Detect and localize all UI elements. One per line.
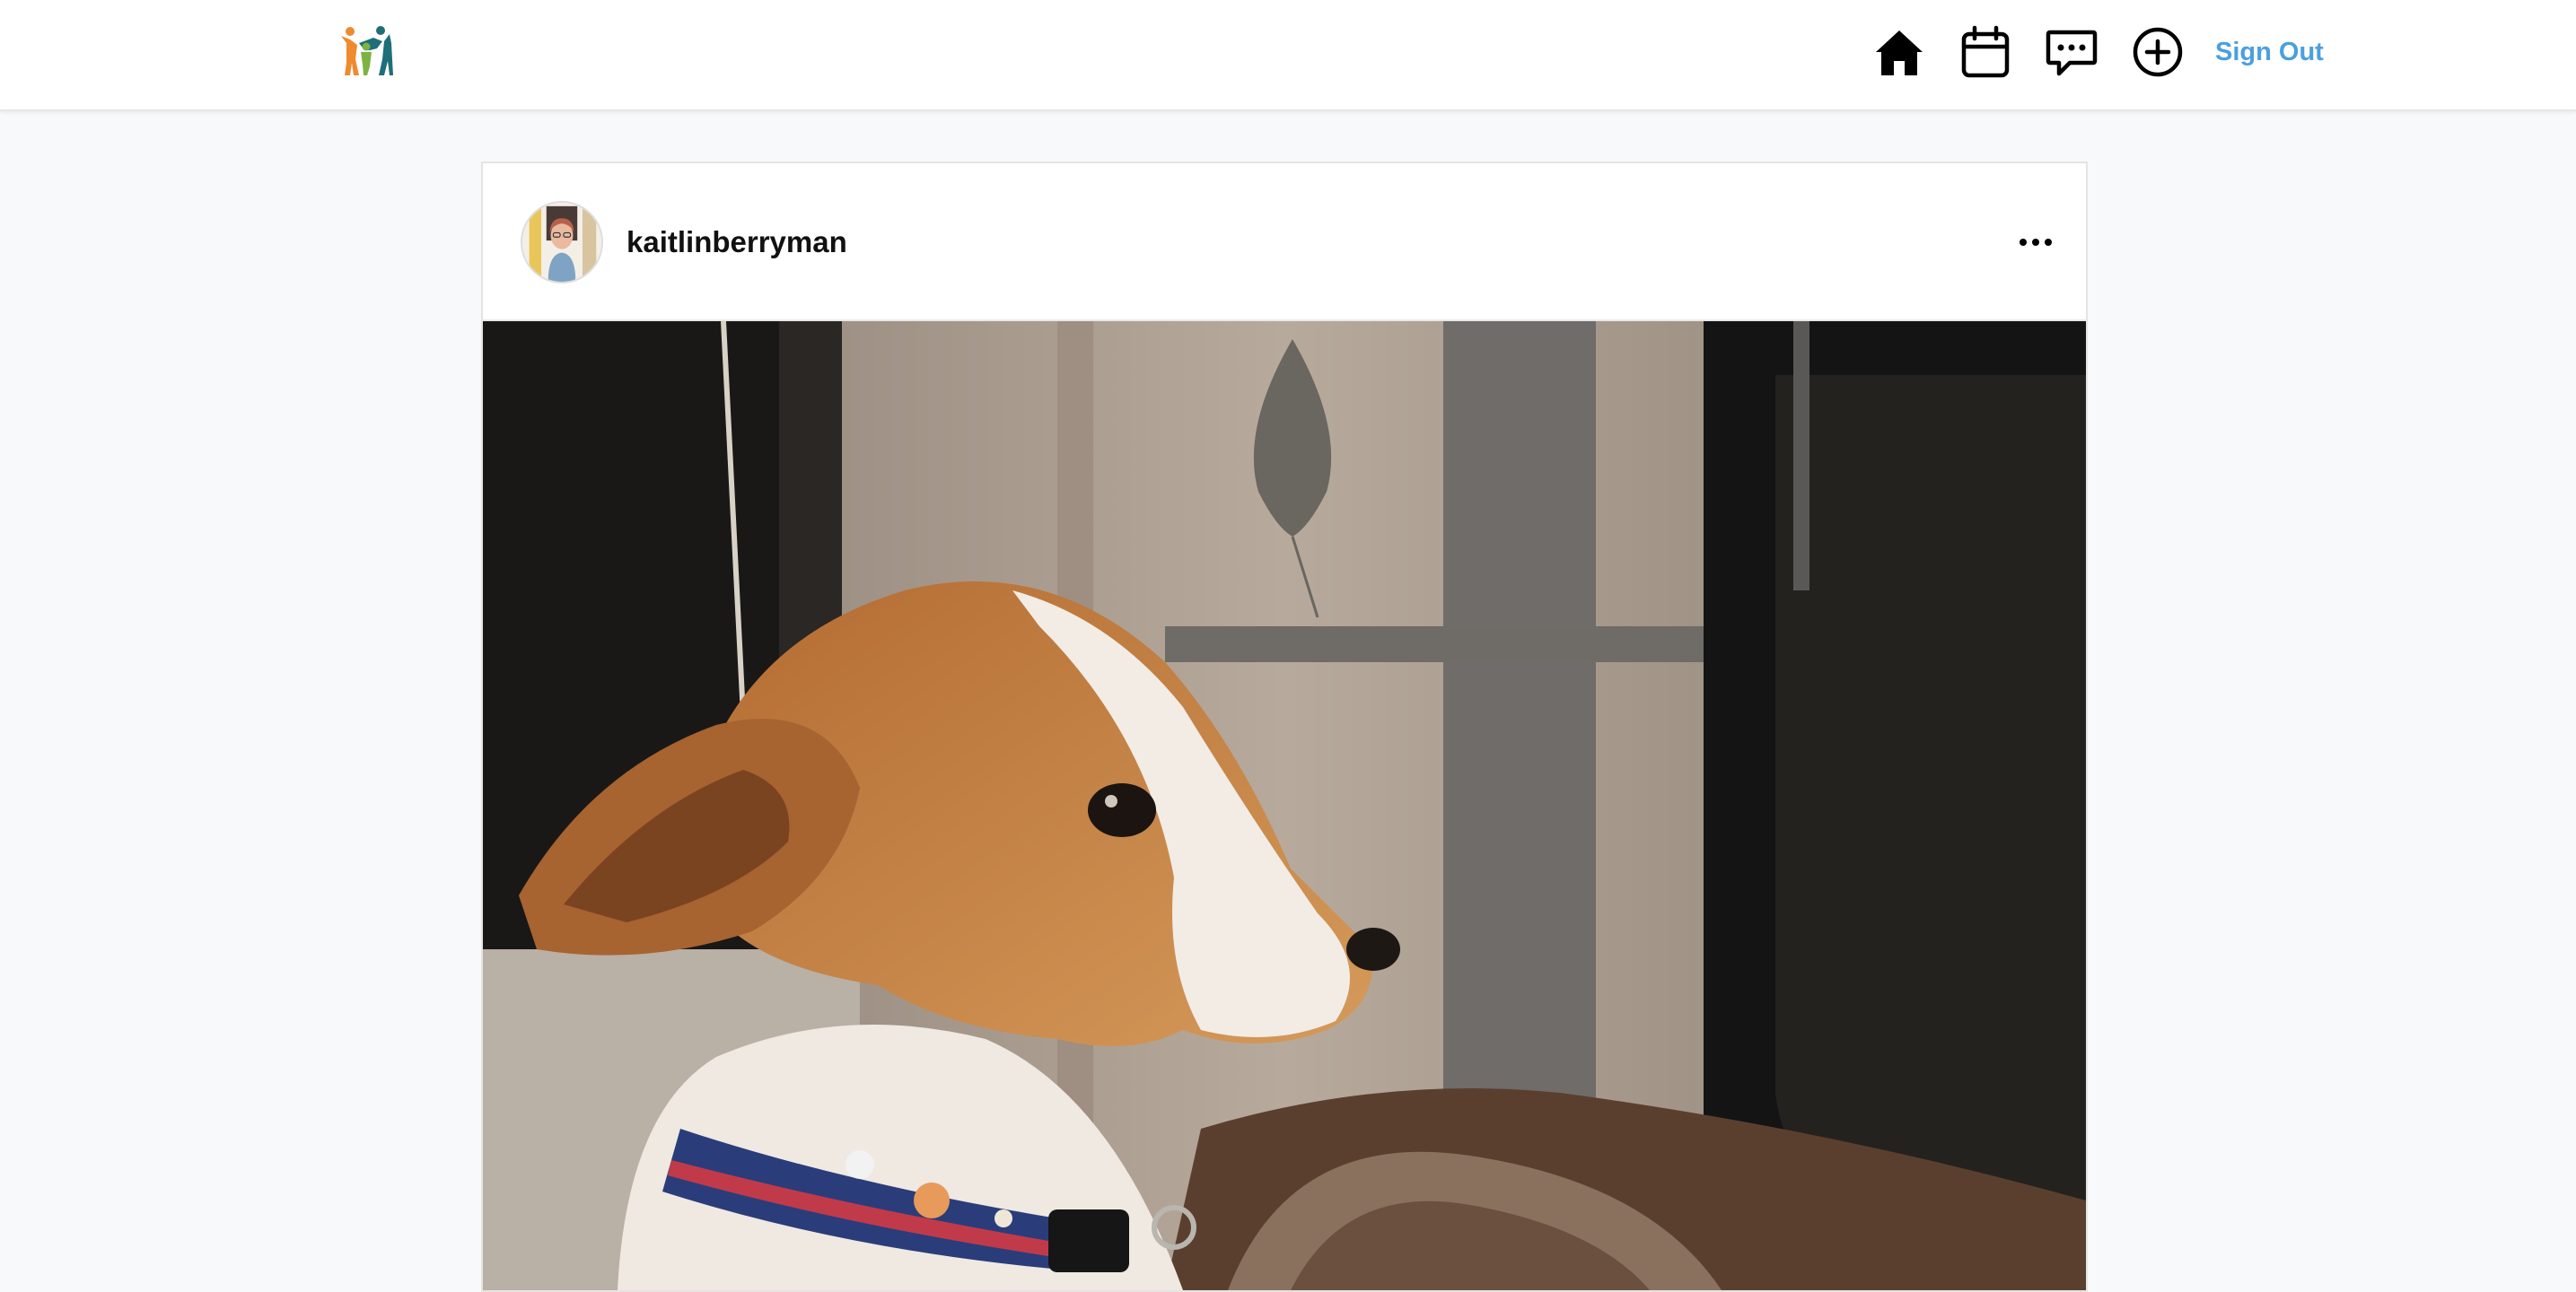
user-avatar-icon <box>522 203 601 282</box>
create-post-button[interactable] <box>2131 25 2185 79</box>
post-card: kaitlinberryman <box>481 162 2088 1292</box>
messages-button[interactable] <box>2045 25 2098 79</box>
chat-icon <box>2046 30 2098 76</box>
calendar-button[interactable] <box>1958 25 2012 79</box>
calendar-icon <box>1961 25 2010 78</box>
post-header: kaitlinberryman <box>483 163 2086 321</box>
sign-out-link[interactable]: Sign Out <box>2215 34 2324 70</box>
dog-photo-icon <box>483 321 2086 1290</box>
top-navigation-bar: Sign Out <box>0 0 2576 111</box>
post-username[interactable]: kaitlinberryman <box>626 224 847 260</box>
more-options-button[interactable] <box>2014 224 2057 260</box>
home-button[interactable] <box>1872 25 1926 79</box>
post-image[interactable] <box>483 321 2086 1290</box>
add-circle-icon <box>2133 27 2183 77</box>
app-logo[interactable] <box>337 23 393 79</box>
people-family-logo-icon <box>341 26 393 75</box>
home-icon <box>1876 31 1923 75</box>
more-options-icon <box>2020 239 2052 246</box>
user-avatar[interactable] <box>521 201 603 284</box>
